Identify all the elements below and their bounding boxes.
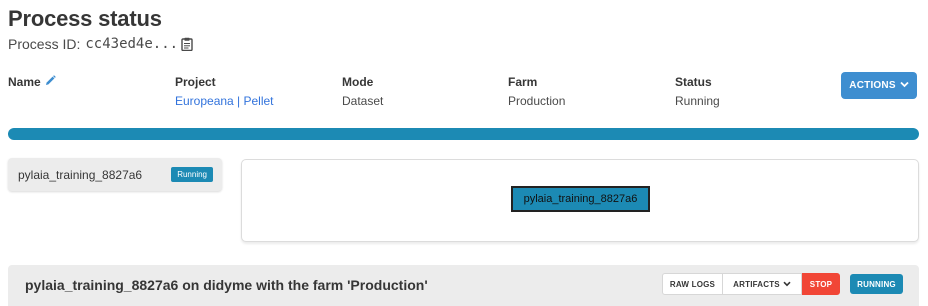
pencil-icon[interactable] xyxy=(45,75,56,89)
info-status: Status Running xyxy=(675,75,720,108)
run-card[interactable]: pylaia_training_8827a6 Running xyxy=(8,158,222,191)
actions-button[interactable]: ACTIONS xyxy=(841,72,917,99)
workflow-graph: pylaia_training_8827a6 xyxy=(241,159,919,242)
task-header: pylaia_training_8827a6 on didyme with th… xyxy=(8,265,919,306)
chevron-down-icon xyxy=(783,280,791,289)
graph-node[interactable]: pylaia_training_8827a6 xyxy=(511,186,650,212)
status-value: Running xyxy=(675,94,720,108)
task-button-group: RAW LOGS ARTIFACTS STOP xyxy=(662,273,840,295)
progress-bar xyxy=(8,128,919,140)
process-id-label: Process ID: xyxy=(8,36,81,52)
clipboard-icon[interactable] xyxy=(181,37,193,52)
info-mode: Mode Dataset xyxy=(342,75,383,108)
task-status-badge: RUNNING xyxy=(850,274,903,294)
info-farm: Farm Production xyxy=(508,75,565,108)
name-label: Name xyxy=(8,75,41,89)
artifacts-button[interactable]: ARTIFACTS xyxy=(723,273,802,295)
artifacts-label: ARTIFACTS xyxy=(733,279,780,289)
process-id: Process ID: cc43ed4e... xyxy=(8,36,193,52)
farm-label: Farm xyxy=(508,75,538,89)
farm-value: Production xyxy=(508,94,566,108)
process-id-value: cc43ed4e... xyxy=(85,36,179,52)
status-label: Status xyxy=(675,75,712,89)
info-name: Name xyxy=(8,75,56,89)
project-label: Project xyxy=(175,75,216,89)
actions-label: ACTIONS xyxy=(849,80,896,91)
mode-value: Dataset xyxy=(342,94,384,108)
mode-label: Mode xyxy=(342,75,374,89)
stop-button[interactable]: STOP xyxy=(802,273,840,295)
info-project: Project Europeana | Pellet xyxy=(175,75,274,108)
page-title: Process status xyxy=(8,6,162,31)
run-name: pylaia_training_8827a6 xyxy=(18,167,143,182)
task-title: pylaia_training_8827a6 on didyme with th… xyxy=(25,277,428,293)
project-link[interactable]: Europeana | Pellet xyxy=(175,94,274,108)
run-status-badge: Running xyxy=(171,167,213,182)
chevron-down-icon xyxy=(900,80,909,91)
raw-logs-button[interactable]: RAW LOGS xyxy=(662,273,723,295)
